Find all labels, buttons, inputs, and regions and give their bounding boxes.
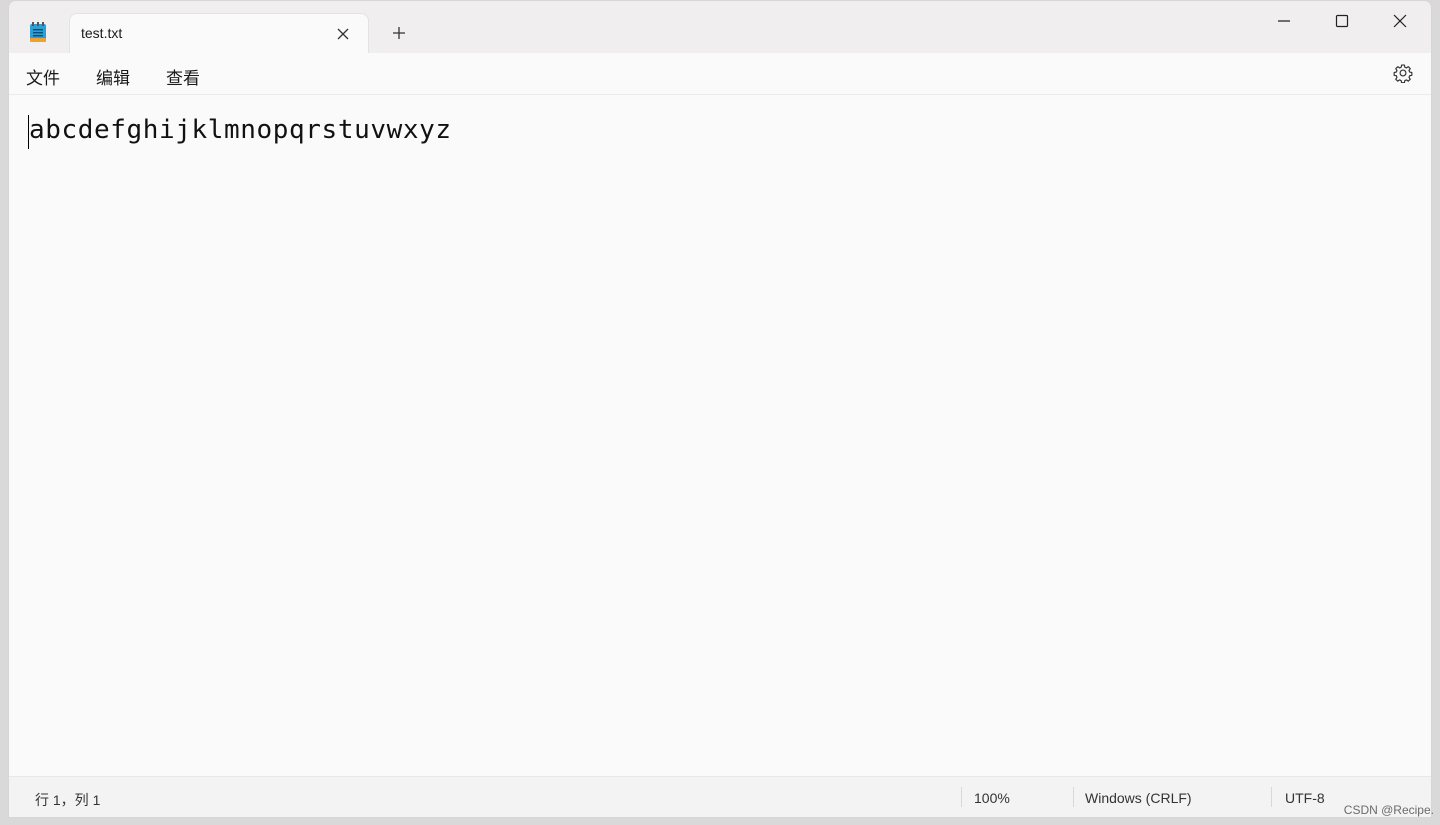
close-window-button[interactable] [1371, 1, 1429, 41]
plus-icon[interactable] [391, 25, 407, 41]
menu-file[interactable]: 文件 [26, 64, 60, 89]
text-editor[interactable]: abcdefghijklmnopqrstuvwxyz [9, 95, 1431, 776]
title-bar[interactable]: test.txt [9, 1, 1431, 53]
menu-edit[interactable]: 编辑 [96, 64, 130, 89]
gear-icon[interactable] [1393, 63, 1413, 83]
close-icon[interactable] [336, 27, 350, 41]
maximize-button[interactable] [1313, 1, 1371, 41]
editor-content[interactable]: abcdefghijklmnopqrstuvwxyz [29, 115, 452, 145]
status-divider [1271, 787, 1272, 807]
line-ending[interactable]: Windows (CRLF) [1085, 790, 1192, 806]
status-divider [961, 787, 962, 807]
notepad-icon [30, 22, 46, 42]
cursor-position: 行 1，列 1 [35, 792, 101, 808]
status-divider [1073, 787, 1074, 807]
status-bar: 行 1，列 1 100% Windows (CRLF) UTF-8 [9, 776, 1431, 817]
minimize-button[interactable] [1255, 1, 1313, 41]
zoom-level[interactable]: 100% [974, 790, 1010, 806]
maximize-icon [1335, 14, 1349, 28]
notepad-window: test.txt 文件 编辑 查看 abcdefghijklmnopqrstuv… [8, 0, 1432, 818]
encoding[interactable]: UTF-8 [1285, 790, 1325, 806]
tab-test-txt[interactable]: test.txt [69, 13, 369, 53]
menu-bar: 文件 编辑 查看 [9, 53, 1431, 95]
tab-title: test.txt [81, 25, 123, 41]
minimize-icon [1278, 20, 1290, 22]
watermark: CSDN @Recipe. [1343, 803, 1434, 817]
close-icon [1393, 14, 1407, 28]
menu-view[interactable]: 查看 [166, 64, 200, 89]
